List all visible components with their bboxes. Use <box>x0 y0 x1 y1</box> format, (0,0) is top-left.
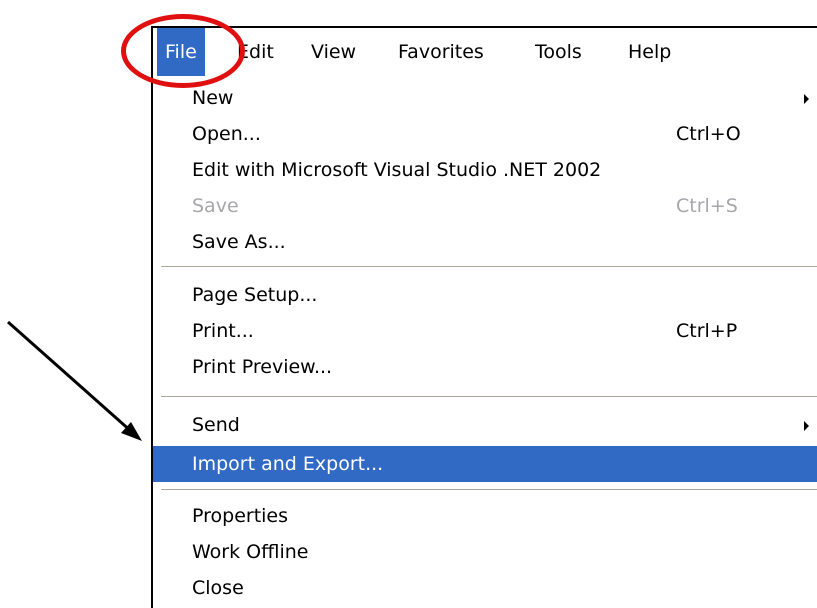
menu-item-print[interactable]: Print... Ctrl+P <box>153 313 817 349</box>
menu-item-save: Save Ctrl+S <box>153 188 817 224</box>
menu-item-edit-with-visual-studio[interactable]: Edit with Microsoft Visual Studio .NET 2… <box>153 152 817 188</box>
file-dropdown-menu: New Open... Ctrl+O Edit with Microsoft V… <box>153 76 817 608</box>
menu-file[interactable]: File <box>157 28 205 76</box>
menu-item-label: Properties <box>192 505 289 527</box>
screenshot-stage: File Edit View Favorites Tools Help New … <box>0 0 817 608</box>
menu-favorites[interactable]: Favorites <box>398 28 484 76</box>
menu-item-label: Open... <box>192 123 261 145</box>
menu-item-import-and-export[interactable]: Import and Export... <box>153 446 817 482</box>
menu-item-open[interactable]: Open... Ctrl+O <box>153 116 817 152</box>
menu-item-close[interactable]: Close <box>153 570 817 606</box>
menu-item-shortcut: Ctrl+S <box>676 195 738 217</box>
menu-bar: File Edit View Favorites Tools Help <box>153 28 817 76</box>
menu-item-label: Work Offline <box>192 541 309 563</box>
menu-item-label: Save As... <box>192 231 286 253</box>
menu-separator <box>161 396 817 398</box>
submenu-arrow-icon <box>804 421 809 431</box>
menu-item-properties[interactable]: Properties <box>153 498 817 534</box>
menu-edit[interactable]: Edit <box>237 28 274 76</box>
menu-item-send[interactable]: Send <box>153 407 817 443</box>
menu-item-label: Send <box>192 414 240 436</box>
menu-separator <box>161 266 817 268</box>
menu-item-shortcut: Ctrl+P <box>676 320 738 342</box>
menu-tools[interactable]: Tools <box>535 28 582 76</box>
menu-item-label: Print Preview... <box>192 356 333 378</box>
menu-separator <box>161 489 817 491</box>
menu-item-label: Import and Export... <box>192 453 384 475</box>
menu-item-label: Close <box>192 577 244 599</box>
menu-item-print-preview[interactable]: Print Preview... <box>153 349 817 385</box>
menu-item-work-offline[interactable]: Work Offline <box>153 534 817 570</box>
menu-view[interactable]: View <box>311 28 356 76</box>
menu-item-label: Page Setup... <box>192 284 318 306</box>
menu-help[interactable]: Help <box>628 28 671 76</box>
menu-item-label: New <box>192 87 234 109</box>
menu-item-new[interactable]: New <box>153 80 817 116</box>
menu-item-save-as[interactable]: Save As... <box>153 224 817 260</box>
menu-item-shortcut: Ctrl+O <box>676 123 741 145</box>
menu-item-page-setup[interactable]: Page Setup... <box>153 277 817 313</box>
menu-item-label: Save <box>192 195 239 217</box>
submenu-arrow-icon <box>804 94 809 104</box>
menu-item-label: Edit with Microsoft Visual Studio .NET 2… <box>192 159 602 181</box>
menu-item-label: Print... <box>192 320 254 342</box>
